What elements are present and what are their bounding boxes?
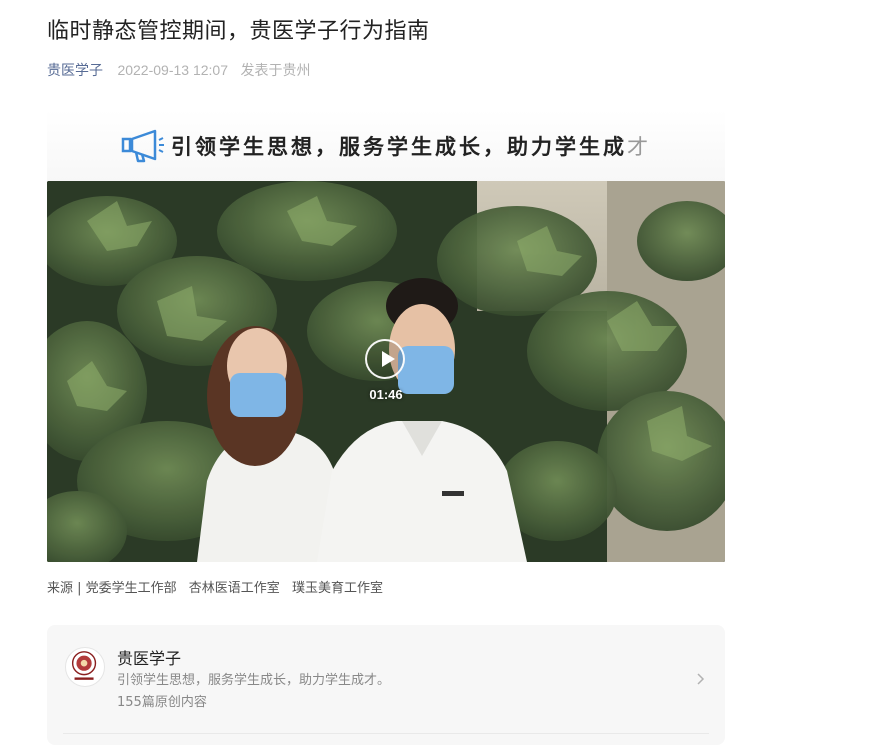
slogan-main: 引领学生思想，服务学生成长，助力学生成 bbox=[171, 134, 627, 159]
author-link[interactable]: 贵医学子 bbox=[47, 63, 103, 79]
publish-date: 2022-09-13 12:07 bbox=[117, 62, 228, 78]
slogan-end: 才 bbox=[627, 135, 651, 159]
account-card[interactable]: 贵医学子 引领学生思想，服务学生成长，助力学生成才。 155篇原创内容 bbox=[47, 625, 725, 745]
source-line: 来源 | 党委学生工作部 杏林医语工作室 璞玉美育工作室 bbox=[47, 580, 391, 598]
chevron-right-icon[interactable] bbox=[695, 671, 707, 687]
source-prefix: 来源 | 党委学生工作部 bbox=[47, 581, 177, 596]
card-divider bbox=[63, 733, 709, 734]
source-studio-2: 璞玉美育工作室 bbox=[291, 581, 383, 596]
slogan-banner: 引领学生思想，服务学生成长，助力学生成才 bbox=[47, 110, 725, 182]
megaphone-icon bbox=[121, 129, 164, 163]
article-meta: 贵医学子 2022-09-13 12:07 发表于贵州 bbox=[47, 60, 310, 81]
publish-location: 发表于贵州 bbox=[240, 63, 311, 79]
slogan-text: 引领学生思想，服务学生成长，助力学生成才 bbox=[171, 131, 651, 161]
video-player[interactable]: 01:46 bbox=[47, 181, 725, 562]
video-duration: 01:46 bbox=[369, 387, 403, 402]
source-studio-1: 杏林医语工作室 bbox=[188, 581, 280, 596]
account-name: 贵医学子 bbox=[117, 649, 182, 668]
university-seal-icon bbox=[65, 647, 105, 687]
article-title: 临时静态管控期间，贵医学子行为指南 bbox=[47, 19, 430, 44]
play-button[interactable] bbox=[365, 339, 405, 379]
account-description: 引领学生思想，服务学生成长，助力学生成才。 bbox=[117, 673, 391, 688]
account-article-count: 155篇原创内容 bbox=[117, 695, 207, 710]
